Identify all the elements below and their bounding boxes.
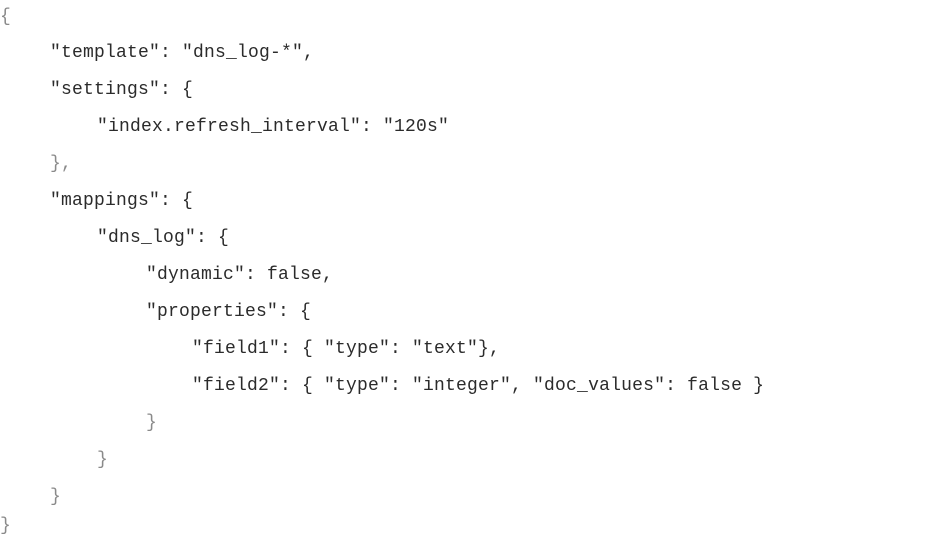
code-line-mappings-close: } <box>50 487 62 507</box>
code-line-open-root-brace: { <box>0 7 12 27</box>
code-line-field1: "field1": { "type": "text"}, <box>192 339 501 359</box>
code-line-dns-log-close: } <box>97 450 109 470</box>
code-line-mappings-open: "mappings": { <box>50 191 194 211</box>
code-line-dynamic: "dynamic": false, <box>146 265 334 285</box>
code-line-field2: "field2": { "type": "integer", "doc_valu… <box>192 376 765 396</box>
code-line-refresh-interval: "index.refresh_interval": "120s" <box>97 117 450 137</box>
code-line-template: "template": "dns_log-*", <box>50 43 315 63</box>
code-line-close-root-brace: } <box>0 516 12 536</box>
code-line-dns-log-open: "dns_log": { <box>97 228 230 248</box>
json-code-block: { "template": "dns_log-*", "settings": {… <box>0 0 926 543</box>
code-line-properties-close: } <box>146 413 158 433</box>
code-line-settings-open: "settings": { <box>50 80 194 100</box>
code-line-properties-open: "properties": { <box>146 302 312 322</box>
code-line-settings-close: }, <box>50 154 73 174</box>
